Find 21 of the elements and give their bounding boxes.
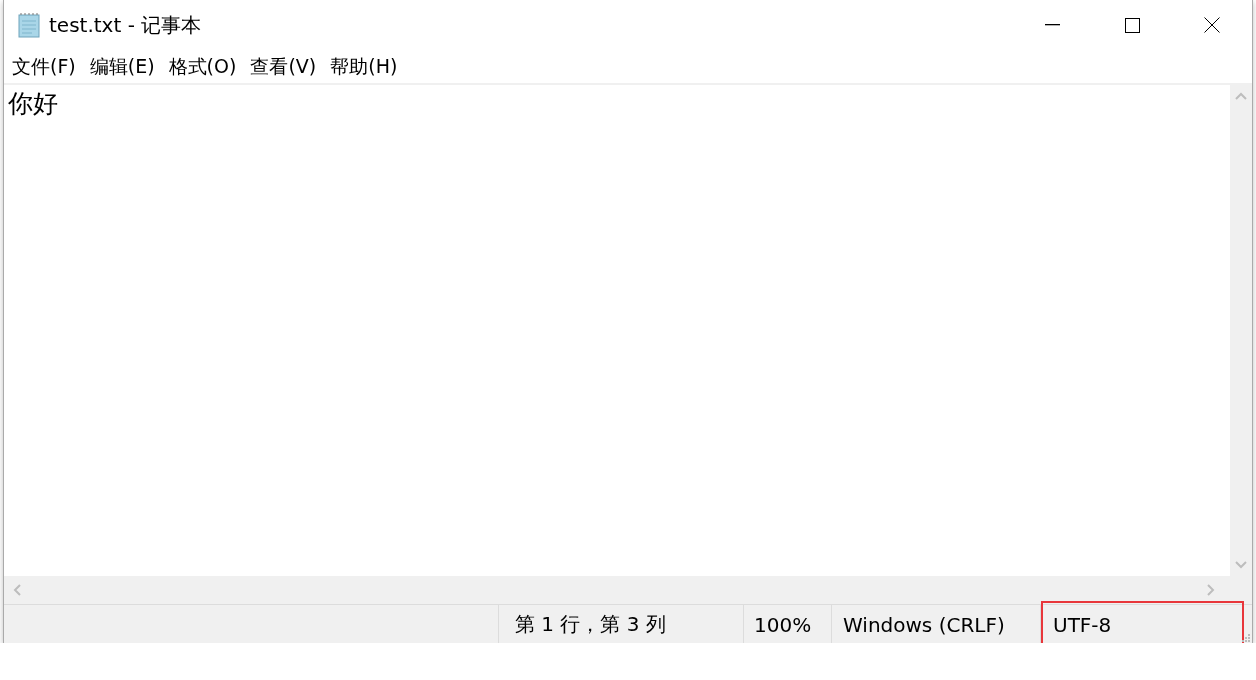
maximize-icon [1124,17,1140,33]
status-text: UTF-8 [1053,612,1112,637]
status-text: 第 1 行，第 3 列 [515,611,666,638]
status-text: 100% [754,612,812,637]
menu-item[interactable]: 编辑(E) [84,53,160,80]
scroll-down-icon[interactable] [1235,558,1247,570]
menu-item[interactable]: 文件(F) [7,53,81,80]
horizontal-scrollbar[interactable] [4,576,1252,604]
scroll-right-icon[interactable] [1204,584,1216,596]
menu-item[interactable]: 格式(O) [163,53,242,80]
scroll-left-icon[interactable] [12,584,24,596]
vertical-scrollbar[interactable] [1230,85,1252,576]
minimize-icon [1044,24,1060,26]
text-editor[interactable]: 你好 [4,85,1230,576]
menu-item[interactable]: 查看(V) [245,53,322,80]
window-title: test.txt - 记事本 [49,11,203,39]
close-icon [1204,17,1220,33]
menu-item[interactable]: 帮助(H) [325,53,403,80]
status-text: Windows (CRLF) [843,612,1005,637]
resize-grip-icon[interactable] [1241,633,1251,643]
notepad-icon [17,12,41,38]
